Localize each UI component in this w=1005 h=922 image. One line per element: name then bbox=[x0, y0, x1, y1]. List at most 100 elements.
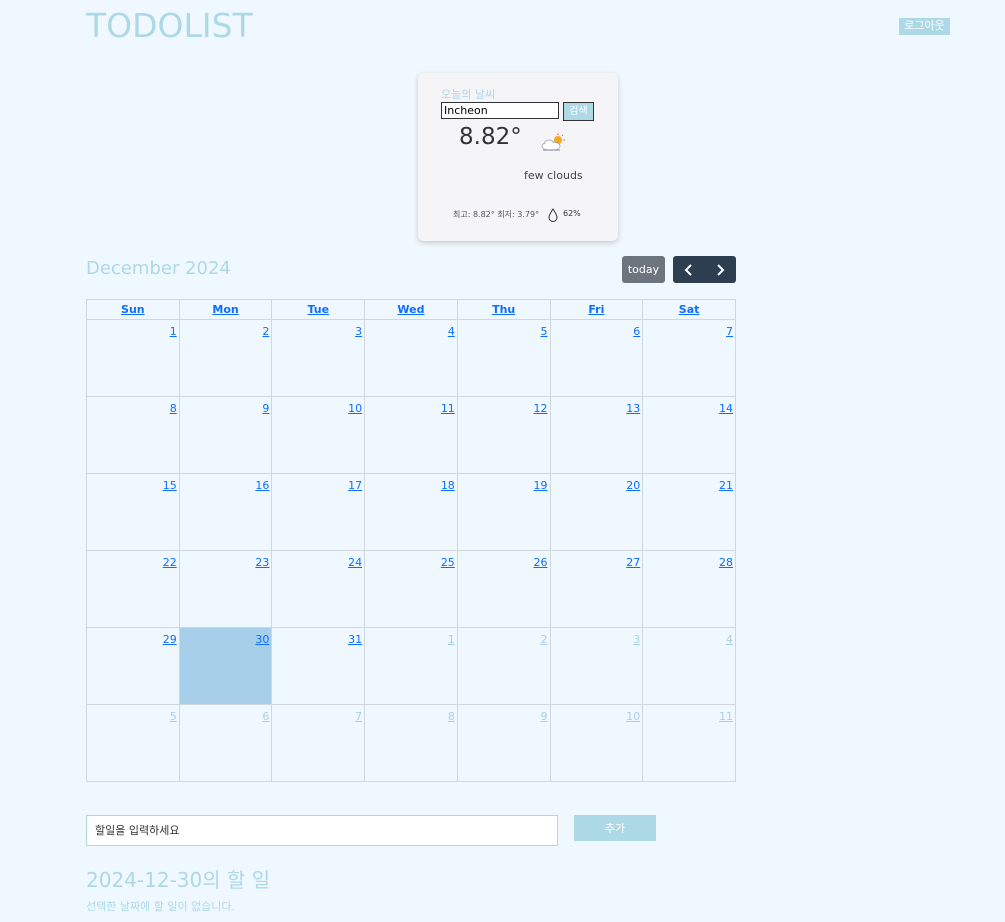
day-cell-other-month[interactable]: 6 bbox=[178, 704, 273, 782]
day-number[interactable]: 1 bbox=[448, 633, 455, 646]
day-cell[interactable]: 20 bbox=[549, 473, 644, 551]
day-cell-other-month[interactable]: 2 bbox=[456, 627, 551, 705]
weekday-tue[interactable]: Tue bbox=[271, 299, 366, 320]
day-number[interactable]: 31 bbox=[348, 633, 362, 646]
day-cell[interactable]: 31 bbox=[271, 627, 366, 705]
weekday-thu[interactable]: Thu bbox=[456, 299, 551, 320]
day-number[interactable]: 11 bbox=[441, 402, 455, 415]
day-number[interactable]: 5 bbox=[170, 710, 177, 723]
day-cell-other-month[interactable]: 3 bbox=[549, 627, 644, 705]
day-cell[interactable]: 15 bbox=[86, 473, 180, 551]
today-button[interactable]: today bbox=[622, 256, 665, 283]
day-cell[interactable]: 23 bbox=[178, 550, 273, 628]
day-cell[interactable]: 27 bbox=[549, 550, 644, 628]
day-number[interactable]: 19 bbox=[534, 479, 548, 492]
day-cell[interactable]: 6 bbox=[549, 319, 644, 397]
day-number[interactable]: 27 bbox=[626, 556, 640, 569]
day-number[interactable]: 9 bbox=[541, 710, 548, 723]
day-number[interactable]: 21 bbox=[719, 479, 733, 492]
day-cell-other-month[interactable]: 1 bbox=[364, 627, 458, 705]
day-number[interactable]: 23 bbox=[255, 556, 269, 569]
day-number[interactable]: 29 bbox=[163, 633, 177, 646]
day-number[interactable]: 18 bbox=[441, 479, 455, 492]
day-cell[interactable]: 7 bbox=[642, 319, 736, 397]
day-cell-other-month[interactable]: 7 bbox=[271, 704, 366, 782]
day-cell[interactable]: 4 bbox=[364, 319, 458, 397]
day-number[interactable]: 8 bbox=[170, 402, 177, 415]
day-number[interactable]: 7 bbox=[726, 325, 733, 338]
day-cell-other-month[interactable]: 10 bbox=[549, 704, 644, 782]
day-cell-other-month[interactable]: 4 bbox=[642, 627, 736, 705]
day-cell[interactable]: 5 bbox=[456, 319, 551, 397]
day-number[interactable]: 2 bbox=[541, 633, 548, 646]
day-cell-other-month[interactable]: 5 bbox=[86, 704, 180, 782]
day-cell[interactable]: 8 bbox=[86, 396, 180, 474]
day-number[interactable]: 11 bbox=[719, 710, 733, 723]
day-number[interactable]: 4 bbox=[448, 325, 455, 338]
day-number[interactable]: 7 bbox=[355, 710, 362, 723]
day-cell-other-month[interactable]: 8 bbox=[364, 704, 458, 782]
day-cell[interactable]: 2 bbox=[178, 319, 273, 397]
day-cell[interactable]: 1 bbox=[86, 319, 180, 397]
day-cell[interactable]: 12 bbox=[456, 396, 551, 474]
day-cell[interactable]: 9 bbox=[178, 396, 273, 474]
day-cell-other-month[interactable]: 11 bbox=[642, 704, 736, 782]
day-cell[interactable]: 3 bbox=[271, 319, 366, 397]
weekday-fri[interactable]: Fri bbox=[549, 299, 644, 320]
day-number[interactable]: 14 bbox=[719, 402, 733, 415]
day-cell[interactable]: 19 bbox=[456, 473, 551, 551]
day-number[interactable]: 20 bbox=[626, 479, 640, 492]
day-cell[interactable]: 18 bbox=[364, 473, 458, 551]
day-cell[interactable]: 24 bbox=[271, 550, 366, 628]
logout-button[interactable]: 로그아웃 bbox=[899, 18, 950, 35]
day-number[interactable]: 3 bbox=[355, 325, 362, 338]
day-cell[interactable]: 28 bbox=[642, 550, 736, 628]
weather-search-button[interactable]: 검색 bbox=[563, 102, 594, 121]
day-number[interactable]: 8 bbox=[448, 710, 455, 723]
day-number[interactable]: 3 bbox=[633, 633, 640, 646]
day-number[interactable]: 30 bbox=[255, 633, 269, 646]
day-cell[interactable]: 16 bbox=[178, 473, 273, 551]
day-number[interactable]: 10 bbox=[348, 402, 362, 415]
add-todo-button[interactable]: 추가 bbox=[574, 815, 656, 841]
day-number[interactable]: 4 bbox=[726, 633, 733, 646]
day-number[interactable]: 2 bbox=[262, 325, 269, 338]
day-cell[interactable]: 17 bbox=[271, 473, 366, 551]
day-cell[interactable]: 29 bbox=[86, 627, 180, 705]
day-number[interactable]: 12 bbox=[534, 402, 548, 415]
day-number[interactable]: 22 bbox=[163, 556, 177, 569]
day-number[interactable]: 13 bbox=[626, 402, 640, 415]
day-cell[interactable]: 11 bbox=[364, 396, 458, 474]
day-number[interactable]: 6 bbox=[633, 325, 640, 338]
day-cell[interactable]: 22 bbox=[86, 550, 180, 628]
day-number[interactable]: 17 bbox=[348, 479, 362, 492]
day-number[interactable]: 24 bbox=[348, 556, 362, 569]
weekday-sun[interactable]: Sun bbox=[86, 299, 180, 320]
day-number[interactable]: 9 bbox=[262, 402, 269, 415]
day-number[interactable]: 26 bbox=[534, 556, 548, 569]
day-cell[interactable]: 25 bbox=[364, 550, 458, 628]
day-cell[interactable]: 26 bbox=[456, 550, 551, 628]
day-cell-other-month[interactable]: 9 bbox=[456, 704, 551, 782]
day-number[interactable]: 5 bbox=[541, 325, 548, 338]
day-cell[interactable]: 21 bbox=[642, 473, 736, 551]
day-cell-selected[interactable]: 30 bbox=[178, 627, 273, 705]
day-cell[interactable]: 13 bbox=[549, 396, 644, 474]
day-number[interactable]: 16 bbox=[255, 479, 269, 492]
prev-month-button[interactable] bbox=[673, 256, 705, 283]
weekday-wed[interactable]: Wed bbox=[364, 299, 458, 320]
day-cell[interactable]: 14 bbox=[642, 396, 736, 474]
day-number[interactable]: 10 bbox=[626, 710, 640, 723]
city-input[interactable] bbox=[441, 102, 559, 119]
day-number[interactable]: 25 bbox=[441, 556, 455, 569]
weekday-sat[interactable]: Sat bbox=[642, 299, 736, 320]
day-number[interactable]: 1 bbox=[170, 325, 177, 338]
day-number[interactable]: 15 bbox=[163, 479, 177, 492]
weekday-mon[interactable]: Mon bbox=[178, 299, 273, 320]
todo-input[interactable] bbox=[86, 815, 558, 846]
day-number[interactable]: 6 bbox=[262, 710, 269, 723]
next-month-button[interactable] bbox=[705, 256, 737, 283]
day-cell[interactable]: 10 bbox=[271, 396, 366, 474]
day-number[interactable]: 28 bbox=[719, 556, 733, 569]
calendar-week-row: 8 9 10 11 12 13 14 bbox=[86, 396, 736, 474]
